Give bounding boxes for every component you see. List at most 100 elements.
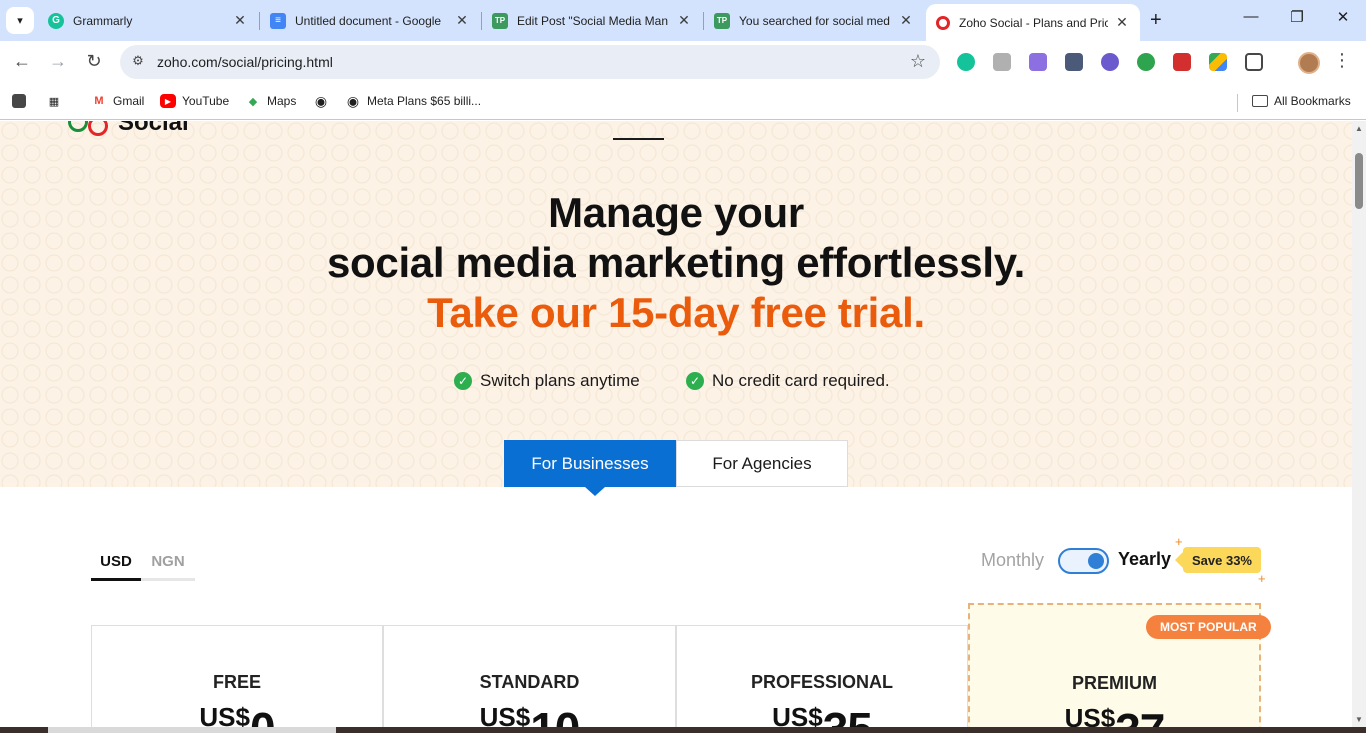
drive-extension-icon[interactable] xyxy=(1209,53,1227,71)
hero-section: Social Manage your social media marketin… xyxy=(0,121,1352,487)
quill-extension-icon[interactable] xyxy=(1029,53,1047,71)
logo-mark-icon xyxy=(68,121,114,138)
sparkle-icon: + xyxy=(1258,571,1266,586)
bookmarks-divider xyxy=(1237,94,1238,112)
headline-free-trial: Take our 15-day free trial. xyxy=(427,289,925,336)
scroll-down-icon[interactable]: ▼ xyxy=(1355,715,1363,724)
site-settings-icon[interactable]: ⚙ xyxy=(129,53,147,71)
plan-card-professional: PROFESSIONAL US$35 xyxy=(676,625,968,733)
plan-name: STANDARD xyxy=(479,672,580,692)
tab-for-businesses[interactable]: For Businesses xyxy=(504,440,676,487)
minimize-button[interactable]: — xyxy=(1228,8,1274,25)
most-popular-badge: MOST POPULAR xyxy=(1146,615,1271,639)
app-icon xyxy=(12,94,26,108)
window-close-button[interactable]: ✕ xyxy=(1320,8,1366,26)
check-circle-icon: ✓ xyxy=(686,372,704,390)
plan-name: FREE xyxy=(212,672,261,692)
plan-card-standard: STANDARD US$10 xyxy=(383,625,676,733)
grammarly-icon: G xyxy=(48,12,64,29)
tab-search-button[interactable]: ▾ xyxy=(6,7,34,34)
menu-kebab-icon[interactable]: ⋮ xyxy=(1333,50,1351,71)
bookmark-maps[interactable]: ◆ Maps xyxy=(245,94,297,108)
bookmark-star-icon[interactable]: ☆ xyxy=(910,51,926,72)
address-bar[interactable]: ⚙ zoho.com/social/pricing.html ☆ xyxy=(120,45,940,79)
browser-toolbar: ← → ↻ ⚙ zoho.com/social/pricing.html ☆ ⋮ xyxy=(0,41,1366,85)
maps-icon: ◆ xyxy=(248,95,258,108)
tab-title: Grammarly xyxy=(73,13,133,28)
bookmark-globe[interactable]: ◉ xyxy=(313,92,335,109)
nav-active-underline xyxy=(613,138,664,140)
scroll-thumb[interactable] xyxy=(1355,153,1363,209)
currency-tab-usd[interactable]: USD xyxy=(91,553,141,581)
folder-icon xyxy=(1252,95,1268,107)
close-icon[interactable]: ✕ xyxy=(1114,14,1130,31)
tab-for-agencies[interactable]: For Agencies xyxy=(676,440,848,487)
billing-yearly-label[interactable]: Yearly xyxy=(1118,549,1171,570)
tab-grammarly[interactable]: G Grammarly ✕ xyxy=(38,4,258,37)
bookmark-meta-plans[interactable]: ◉ Meta Plans $65 billi... xyxy=(345,92,482,109)
bookmark-label: YouTube xyxy=(182,94,230,108)
plan-name: PROFESSIONAL xyxy=(750,672,893,692)
perk-no-credit-card: ✓ No credit card required. xyxy=(686,371,890,391)
page-content: Social Manage your social media marketin… xyxy=(0,121,1352,733)
toggle-knob xyxy=(1088,553,1104,569)
scroll-up-icon[interactable]: ▲ xyxy=(1355,124,1363,133)
copy-extension-icon[interactable] xyxy=(993,53,1011,71)
robot-extension-icon[interactable] xyxy=(1137,53,1155,71)
close-icon[interactable]: ✕ xyxy=(676,12,692,29)
all-bookmarks[interactable]: All Bookmarks xyxy=(1252,94,1351,108)
restore-button[interactable]: ❐ xyxy=(1274,8,1320,26)
reload-icon[interactable]: ↻ xyxy=(82,51,106,72)
url-text[interactable]: zoho.com/social/pricing.html xyxy=(157,54,333,70)
bookmark-apps-grid[interactable]: ▦ xyxy=(46,94,68,108)
bookmark-label: Meta Plans $65 billi... xyxy=(367,94,482,108)
gmail-icon: M xyxy=(94,95,104,107)
close-icon[interactable]: ✕ xyxy=(898,12,914,29)
puzzle-extension-icon[interactable] xyxy=(1065,53,1083,71)
bookmark-label: Maps xyxy=(267,94,297,108)
bookmark-app[interactable] xyxy=(12,94,32,108)
globe-icon: ◉ xyxy=(314,92,328,109)
bookmark-youtube[interactable]: ▶ YouTube xyxy=(160,94,229,108)
back-arrow-icon[interactable]: ← xyxy=(10,51,34,72)
segment-pointer xyxy=(585,487,605,496)
save-badge: Save 33% xyxy=(1175,547,1261,573)
bookmark-label: Gmail xyxy=(113,94,145,108)
youtube-icon: ▶ xyxy=(160,94,176,108)
logo-text: Social xyxy=(118,121,189,136)
billing-toggle[interactable] xyxy=(1058,548,1109,574)
profile-avatar[interactable] xyxy=(1298,52,1320,74)
page-scrollbar[interactable]: ▲ ▼ xyxy=(1352,121,1366,727)
taskbar-edge xyxy=(0,727,1366,733)
zoho-social-logo[interactable]: Social xyxy=(68,121,189,138)
taskbar-highlight xyxy=(48,727,336,733)
tab-edit-post[interactable]: TP Edit Post "Social Media Man ✕ xyxy=(482,4,702,37)
tab-google-docs[interactable]: ≡ Untitled document - Google ✕ xyxy=(260,4,480,37)
extensions-icon[interactable] xyxy=(1245,53,1263,71)
grammarly-extension-icon[interactable] xyxy=(957,53,975,71)
currency-tab-ngn[interactable]: NGN xyxy=(141,553,195,581)
perk-switch-plans: ✓ Switch plans anytime xyxy=(454,371,640,391)
bookmark-gmail[interactable]: M Gmail xyxy=(91,94,144,108)
apps-grid-icon: ▦ xyxy=(48,95,60,108)
billing-monthly-label[interactable]: Monthly xyxy=(981,550,1044,571)
chevron-down-icon: ▾ xyxy=(17,15,23,27)
tab-title: Zoho Social - Plans and Pric xyxy=(959,15,1108,30)
globe-icon: ◉ xyxy=(346,92,360,109)
headline-line-1: Manage your xyxy=(548,189,804,236)
forward-arrow-icon[interactable]: → xyxy=(46,51,70,72)
all-bookmarks-label: All Bookmarks xyxy=(1274,94,1351,108)
techpoint-icon: TP xyxy=(492,12,508,29)
plan-name: PREMIUM xyxy=(1072,673,1157,693)
close-icon[interactable]: ✕ xyxy=(232,12,248,29)
new-tab-button[interactable]: + xyxy=(1150,9,1162,32)
perk-label: Switch plans anytime xyxy=(480,371,640,390)
perk-label: No credit card required. xyxy=(712,371,890,390)
tab-search-results[interactable]: TP You searched for social med ✕ xyxy=(704,4,924,37)
bookmarks-bar: ▦ M Gmail ▶ YouTube ◆ Maps ◉ ◉ Meta Plan… xyxy=(0,85,1366,120)
pdf-extension-icon[interactable] xyxy=(1173,53,1191,71)
tab-zoho-social[interactable]: Zoho Social - Plans and Pric ✕ xyxy=(926,4,1140,41)
close-icon[interactable]: ✕ xyxy=(454,12,470,29)
zoho-icon xyxy=(936,15,950,30)
circle-extension-icon[interactable] xyxy=(1101,53,1119,71)
